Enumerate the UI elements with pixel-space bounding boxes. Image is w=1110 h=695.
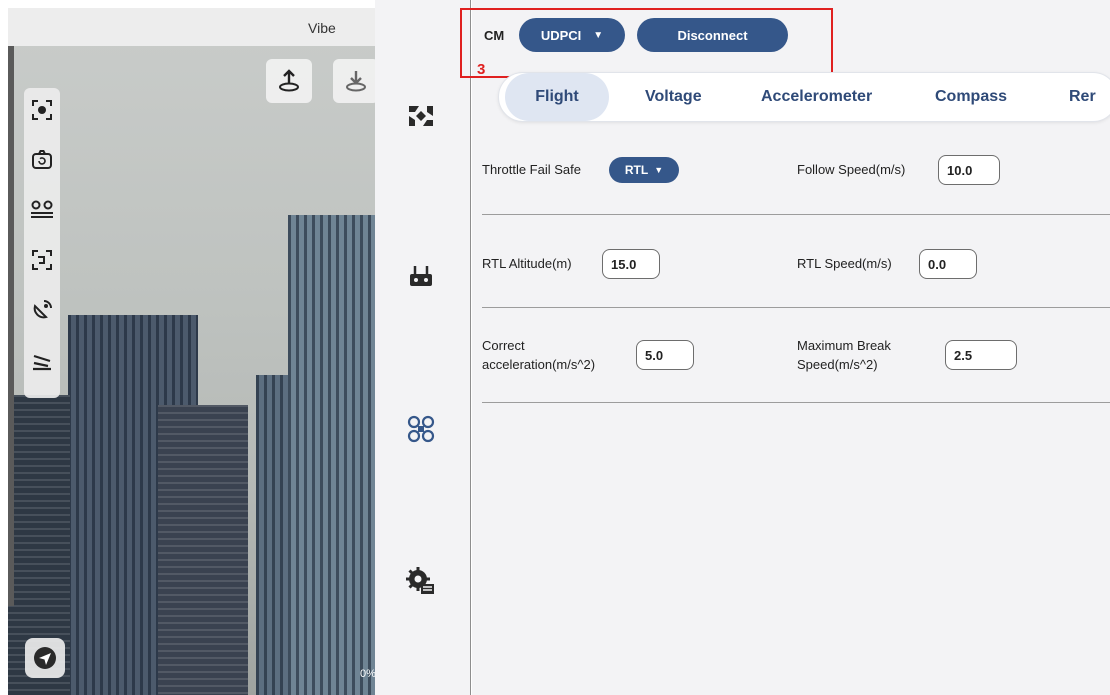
annotation-number: 3	[477, 61, 486, 78]
correct-acceleration-input[interactable]: 5.0	[636, 340, 694, 370]
annotation-highlight-box	[460, 8, 833, 78]
divider	[482, 307, 1110, 308]
divider	[482, 402, 1110, 403]
rtl-altitude-input[interactable]: 15.0	[602, 249, 660, 279]
camera-topbar: Vibe	[8, 8, 375, 46]
rtl-altitude-label: RTL Altitude(m)	[482, 256, 572, 271]
throttle-fail-safe-dropdown[interactable]: RTL ▼	[609, 157, 679, 183]
follow-speed-label: Follow Speed(m/s)	[797, 162, 906, 177]
land-button[interactable]	[333, 59, 375, 103]
rtl-speed-input[interactable]: 0.0	[919, 249, 977, 279]
sidebar-item-drone-frame[interactable]	[405, 413, 437, 445]
remote-controller-icon	[410, 266, 432, 286]
send-button[interactable]	[25, 638, 65, 678]
land-icon	[346, 71, 366, 92]
tab-compass[interactable]: Compass	[935, 73, 1007, 121]
maximum-break-speed-label-line1: Maximum Break	[797, 338, 891, 353]
tab-remote[interactable]: Rer	[1069, 73, 1096, 121]
image-transfer-icon	[409, 106, 433, 126]
tab-bar: Flight Voltage Accelerometer Compass Rer	[498, 72, 1110, 122]
throttle-fail-safe-label: Throttle Fail Safe	[482, 162, 581, 177]
gear-settings-icon	[406, 567, 434, 594]
building	[288, 215, 375, 695]
divider	[482, 214, 1110, 215]
correct-acceleration-label: Correct acceleration(m/s^2)	[482, 336, 595, 374]
maximum-break-speed-label: Maximum Break Speed(m/s^2)	[797, 336, 891, 374]
correct-acceleration-label-line2: acceleration(m/s^2)	[482, 357, 596, 372]
camera-rotate-icon[interactable]	[26, 144, 58, 176]
caret-down-icon: ▼	[654, 165, 664, 175]
camera-toolbar	[24, 88, 60, 398]
window-frame	[8, 46, 14, 606]
sidebar-item-gear-settings[interactable]	[405, 565, 437, 597]
sidebar-item-image-transfer[interactable]	[405, 100, 437, 132]
follow-speed-input[interactable]: 10.0	[938, 155, 1000, 185]
target-lock-icon[interactable]	[26, 94, 58, 126]
camera-view: Vibe	[8, 8, 375, 695]
app-title: Vibe	[308, 20, 336, 36]
focus-frame-icon[interactable]	[26, 244, 58, 276]
maximum-break-speed-input[interactable]: 2.5	[945, 340, 1017, 370]
send-icon	[34, 647, 56, 669]
settings-sidebar	[375, 0, 471, 695]
takeoff-button[interactable]	[266, 59, 312, 103]
tab-accelerometer[interactable]: Accelerometer	[761, 73, 872, 121]
rtl-speed-label: RTL Speed(m/s)	[797, 256, 892, 271]
building	[158, 405, 248, 695]
satellite-dish-icon[interactable]	[26, 294, 58, 326]
waypoint-route-icon[interactable]	[26, 194, 58, 226]
maximum-break-speed-label-line2: Speed(m/s^2)	[797, 357, 878, 372]
sidebar-item-remote-controller[interactable]	[405, 260, 437, 292]
takeoff-icon	[279, 69, 299, 92]
landing-icon[interactable]	[26, 344, 58, 376]
throttle-fail-safe-value: RTL	[624, 163, 649, 177]
drone-frame-icon	[407, 415, 435, 443]
progress-text: 0%	[360, 668, 376, 680]
correct-acceleration-label-line1: Correct	[482, 338, 525, 353]
tab-voltage[interactable]: Voltage	[645, 73, 702, 121]
tab-flight[interactable]: Flight	[505, 73, 609, 121]
